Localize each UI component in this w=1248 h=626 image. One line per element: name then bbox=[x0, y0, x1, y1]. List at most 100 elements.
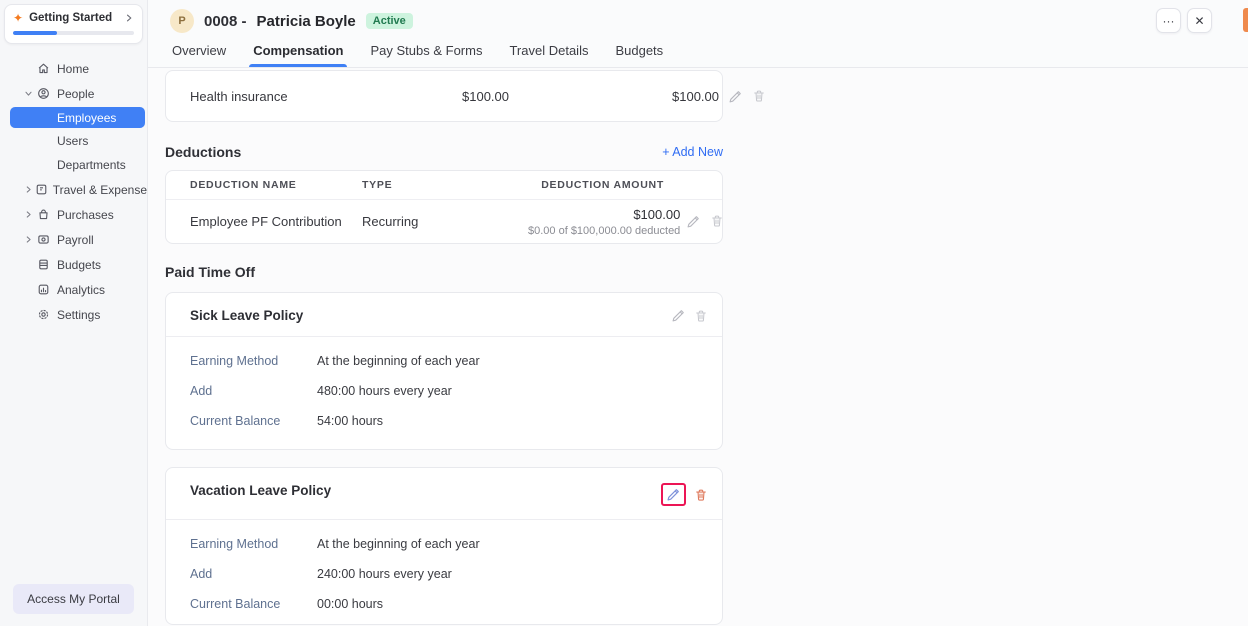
onboarding-progress-bar bbox=[13, 31, 134, 35]
field-value: 00:00 hours bbox=[317, 597, 698, 611]
vacation-leave-policy-card: Vacation Leave Policy Earning Method bbox=[165, 467, 723, 625]
benefit-name: Health insurance bbox=[190, 89, 462, 104]
delete-icon[interactable] bbox=[752, 89, 766, 103]
edge-feedback-tab[interactable] bbox=[1243, 8, 1248, 32]
delete-icon[interactable] bbox=[694, 309, 708, 323]
field-value: At the beginning of each year bbox=[317, 354, 698, 368]
employee-header: P 0008 - Patricia Boyle Active Overview … bbox=[148, 0, 1248, 68]
sidebar-nav: Home People Employees Users Departments bbox=[0, 56, 147, 584]
tab-bar: Overview Compensation Pay Stubs & Forms … bbox=[170, 43, 1232, 67]
policy-field: Earning Method At the beginning of each … bbox=[190, 346, 698, 376]
sparkle-icon: ✦ bbox=[13, 12, 23, 24]
edit-icon[interactable] bbox=[666, 487, 681, 502]
getting-started-label: Getting Started bbox=[29, 12, 118, 24]
close-button[interactable]: ✕ bbox=[1187, 8, 1212, 33]
chevron-right-icon bbox=[24, 235, 37, 244]
compensation-content: Health insurance $100.00 $100.00 Deducti… bbox=[148, 68, 1248, 626]
tab-compensation[interactable]: Compensation bbox=[253, 43, 343, 67]
getting-started-card[interactable]: ✦ Getting Started bbox=[4, 4, 143, 44]
sidebar-item-users[interactable]: Users bbox=[0, 129, 147, 153]
column-header: DEDUCTION AMOUNT bbox=[528, 179, 664, 191]
sidebar-item-label: Users bbox=[57, 134, 88, 148]
sidebar-item-label: People bbox=[57, 87, 94, 101]
field-label: Earning Method bbox=[190, 354, 317, 368]
policy-field: Current Balance 54:00 hours bbox=[190, 406, 698, 436]
policy-title: Vacation Leave Policy bbox=[190, 483, 661, 498]
benefit-row: Health insurance $100.00 $100.00 bbox=[166, 89, 722, 104]
sidebar-item-employees[interactable]: Employees bbox=[10, 107, 145, 128]
delete-icon[interactable] bbox=[694, 488, 708, 502]
deduction-row: Employee PF Contribution Recurring $100.… bbox=[166, 200, 722, 243]
column-header: TYPE bbox=[362, 179, 528, 191]
field-label: Current Balance bbox=[190, 597, 317, 611]
edit-icon[interactable] bbox=[728, 89, 743, 104]
deductions-card: DEDUCTION NAME TYPE DEDUCTION AMOUNT Emp… bbox=[165, 170, 723, 244]
policy-field: Current Balance 00:00 hours bbox=[190, 589, 698, 619]
onboarding-progress-fill bbox=[13, 31, 57, 35]
sidebar-item-purchases[interactable]: Purchases bbox=[0, 202, 147, 227]
delete-icon[interactable] bbox=[710, 214, 724, 229]
person-circle-icon bbox=[37, 87, 57, 100]
field-value: At the beginning of each year bbox=[317, 537, 698, 551]
sidebar-item-settings[interactable]: Settings bbox=[0, 302, 147, 327]
sidebar-item-label: Settings bbox=[57, 308, 100, 322]
ledger-icon bbox=[37, 258, 57, 271]
sidebar-item-analytics[interactable]: Analytics bbox=[0, 277, 147, 302]
sidebar-item-label: Analytics bbox=[57, 283, 105, 297]
field-value: 480:00 hours every year bbox=[317, 384, 698, 398]
tab-pay-stubs-forms[interactable]: Pay Stubs & Forms bbox=[370, 43, 482, 67]
benefits-card: Health insurance $100.00 $100.00 bbox=[165, 70, 723, 122]
sidebar-item-payroll[interactable]: Payroll bbox=[0, 227, 147, 252]
sidebar-item-home[interactable]: Home bbox=[0, 56, 147, 81]
deduction-type: Recurring bbox=[362, 214, 528, 229]
sick-leave-policy-card: Sick Leave Policy Earning Method At the … bbox=[165, 292, 723, 450]
deduction-name: Employee PF Contribution bbox=[190, 214, 362, 229]
gear-icon bbox=[37, 308, 57, 321]
add-new-deduction-link[interactable]: + Add New bbox=[662, 145, 723, 159]
field-label: Add bbox=[190, 384, 317, 398]
field-label: Add bbox=[190, 567, 317, 581]
employee-name: Patricia Boyle bbox=[257, 13, 356, 30]
pto-section-title: Paid Time Off bbox=[165, 264, 1248, 280]
tab-travel-details[interactable]: Travel Details bbox=[509, 43, 588, 67]
highlight-annotation-box bbox=[661, 483, 686, 506]
chevron-right-icon[interactable] bbox=[124, 13, 134, 23]
field-label: Earning Method bbox=[190, 537, 317, 551]
sidebar-item-departments[interactable]: Departments bbox=[0, 153, 147, 177]
sidebar-item-label: Purchases bbox=[57, 208, 114, 222]
avatar: P bbox=[170, 9, 194, 33]
tab-budgets[interactable]: Budgets bbox=[615, 43, 663, 67]
access-my-portal-button[interactable]: Access My Portal bbox=[13, 584, 134, 614]
payroll-icon bbox=[37, 233, 57, 246]
chevron-right-icon bbox=[24, 210, 37, 219]
main-panel: P 0008 - Patricia Boyle Active Overview … bbox=[148, 0, 1248, 626]
deduction-note: $0.00 of $100,000.00 deducted bbox=[528, 225, 680, 237]
sidebar-item-label: Travel & Expense bbox=[53, 183, 147, 197]
sidebar-item-label: Departments bbox=[57, 158, 126, 172]
deductions-table-header: DEDUCTION NAME TYPE DEDUCTION AMOUNT bbox=[166, 171, 722, 200]
column-header: DEDUCTION NAME bbox=[190, 179, 362, 191]
sidebar-item-label: Home bbox=[57, 62, 89, 76]
shopping-bag-icon bbox=[37, 208, 57, 221]
tab-overview[interactable]: Overview bbox=[172, 43, 226, 67]
sidebar-item-budgets[interactable]: Budgets bbox=[0, 252, 147, 277]
employee-id: 0008 - bbox=[204, 13, 247, 30]
policy-title: Sick Leave Policy bbox=[190, 308, 671, 323]
chevron-down-icon bbox=[24, 89, 37, 98]
bar-chart-icon bbox=[37, 283, 57, 296]
benefit-paid-amount: $100.00 bbox=[672, 89, 719, 104]
edit-icon[interactable] bbox=[686, 214, 701, 229]
status-badge: Active bbox=[366, 13, 413, 29]
edit-icon[interactable] bbox=[671, 308, 686, 323]
field-value: 240:00 hours every year bbox=[317, 567, 698, 581]
policy-field: Earning Method At the beginning of each … bbox=[190, 529, 698, 559]
deductions-section-title: Deductions bbox=[165, 144, 241, 160]
sidebar-item-travel-expense[interactable]: Travel & Expense bbox=[0, 177, 147, 202]
sidebar-item-label: Budgets bbox=[57, 258, 101, 272]
policy-field: Add 240:00 hours every year bbox=[190, 559, 698, 589]
sidebar-item-label: Payroll bbox=[57, 233, 94, 247]
chevron-right-icon bbox=[24, 185, 35, 194]
more-options-button[interactable]: ··· bbox=[1156, 8, 1181, 33]
policy-field: Add 480:00 hours every year bbox=[190, 376, 698, 406]
sidebar-item-people[interactable]: People bbox=[0, 81, 147, 106]
